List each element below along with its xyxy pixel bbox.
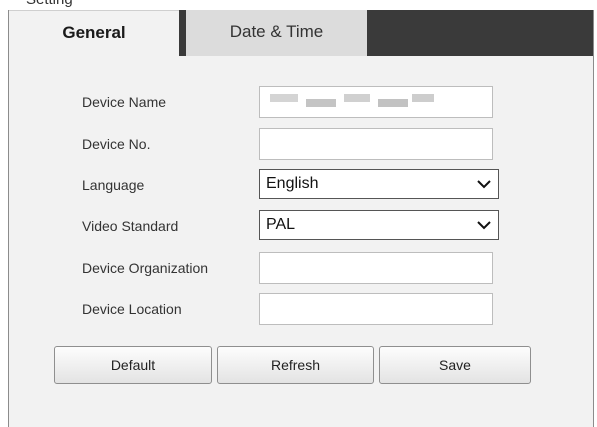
device-name-field[interactable] bbox=[259, 86, 493, 118]
video-standard-row: Video Standard PAL bbox=[9, 210, 593, 242]
device-no-row: Device No. bbox=[9, 128, 593, 160]
redacted-text bbox=[270, 94, 298, 102]
language-label: Language bbox=[82, 177, 145, 193]
device-location-field[interactable] bbox=[259, 293, 493, 325]
tab-general[interactable]: General bbox=[9, 10, 179, 56]
tab-bar: General Date & Time bbox=[9, 10, 593, 56]
device-no-label: Device No. bbox=[82, 136, 151, 152]
tab-date-time[interactable]: Date & Time bbox=[186, 10, 367, 56]
page-title: Setting bbox=[26, 0, 73, 8]
video-standard-selected-value: PAL bbox=[266, 216, 296, 233]
chevron-down-icon bbox=[477, 221, 491, 230]
settings-panel: General Date & Time Device Name Device N… bbox=[8, 10, 594, 427]
device-no-field[interactable] bbox=[259, 128, 493, 160]
device-settings-window: Setting General Date & Time Device Name … bbox=[0, 0, 597, 427]
video-standard-label: Video Standard bbox=[82, 218, 179, 234]
redacted-text bbox=[306, 99, 336, 107]
language-row: Language English bbox=[9, 169, 593, 201]
device-organization-field[interactable] bbox=[259, 252, 493, 284]
device-location-label: Device Location bbox=[82, 301, 182, 317]
refresh-button[interactable]: Refresh bbox=[217, 346, 374, 384]
redacted-text bbox=[344, 94, 370, 102]
redacted-text bbox=[412, 94, 434, 102]
device-name-row: Device Name bbox=[9, 86, 593, 118]
chevron-down-icon bbox=[477, 180, 491, 189]
save-button[interactable]: Save bbox=[379, 346, 531, 384]
device-name-label: Device Name bbox=[82, 94, 167, 110]
video-standard-select[interactable]: PAL bbox=[259, 210, 499, 240]
redacted-text bbox=[378, 99, 408, 107]
device-organization-row: Device Organization bbox=[9, 252, 593, 284]
device-organization-label: Device Organization bbox=[82, 260, 209, 276]
language-select[interactable]: English bbox=[259, 169, 499, 199]
header-bar: Setting bbox=[0, 0, 597, 10]
default-button[interactable]: Default bbox=[54, 346, 212, 384]
device-location-row: Device Location bbox=[9, 293, 593, 325]
language-selected-value: English bbox=[266, 175, 319, 192]
